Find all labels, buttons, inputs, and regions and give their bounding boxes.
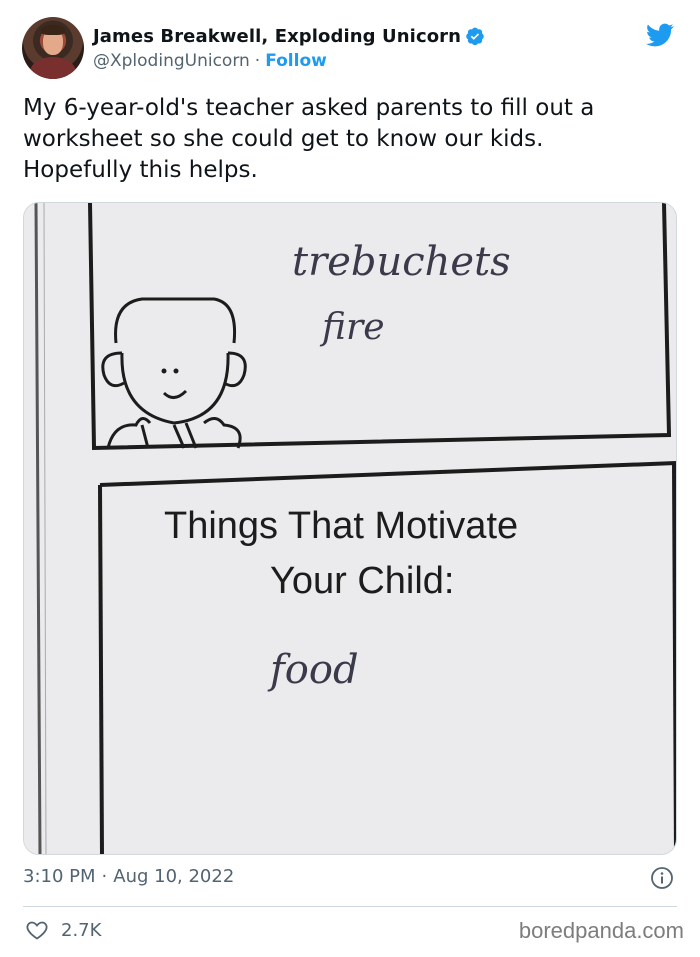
- author-name-row[interactable]: James Breakwell, Exploding Unicorn: [93, 23, 485, 49]
- avatar[interactable]: [22, 17, 84, 79]
- author-display-name[interactable]: James Breakwell, Exploding Unicorn: [93, 26, 461, 47]
- tweet-time: 3:10 PM: [23, 866, 96, 887]
- watermark: boredpanda.com: [518, 918, 684, 943]
- separator-dot: ·: [101, 866, 108, 887]
- info-icon[interactable]: [650, 866, 674, 890]
- divider: [23, 906, 677, 907]
- tweet-date: Aug 10, 2022: [113, 866, 235, 887]
- handwritten-fire: fire: [319, 307, 385, 348]
- tweet-text-line: My 6-year-old's teacher asked parents to…: [23, 95, 595, 121]
- worksheet-photo: trebuchets fire Things That Motivate You…: [24, 203, 676, 854]
- verified-badge-icon: [466, 27, 484, 46]
- tweet-header: James Breakwell, Exploding Unicorn @Xplo…: [22, 17, 682, 81]
- author-handle-row: @XplodingUnicorn · Follow: [93, 51, 327, 71]
- author-handle[interactable]: @XplodingUnicorn: [93, 51, 250, 71]
- follow-button[interactable]: Follow: [265, 51, 327, 71]
- tweet-text: My 6-year-old's teacher asked parents to…: [23, 93, 673, 186]
- worksheet-heading-line-2: Your Child:: [270, 560, 455, 602]
- worksheet-heading-line-1: Things That Motivate: [164, 505, 518, 547]
- handwritten-trebuchets: trebuchets: [292, 239, 511, 285]
- tweet-text-line: worksheet so she could get to know our k…: [23, 126, 544, 152]
- like-button[interactable]: 2.7K: [25, 918, 101, 942]
- tweet-text-line: Hopefully this helps.: [23, 157, 258, 183]
- heart-icon: [26, 921, 48, 940]
- twitter-bird-icon[interactable]: [644, 21, 676, 49]
- handwritten-food: food: [267, 647, 359, 693]
- tweet-photo[interactable]: trebuchets fire Things That Motivate You…: [23, 202, 677, 855]
- separator-dot: ·: [254, 51, 261, 71]
- tweet-timestamp[interactable]: 3:10 PM · Aug 10, 2022: [23, 866, 234, 887]
- like-count: 2.7K: [61, 919, 102, 941]
